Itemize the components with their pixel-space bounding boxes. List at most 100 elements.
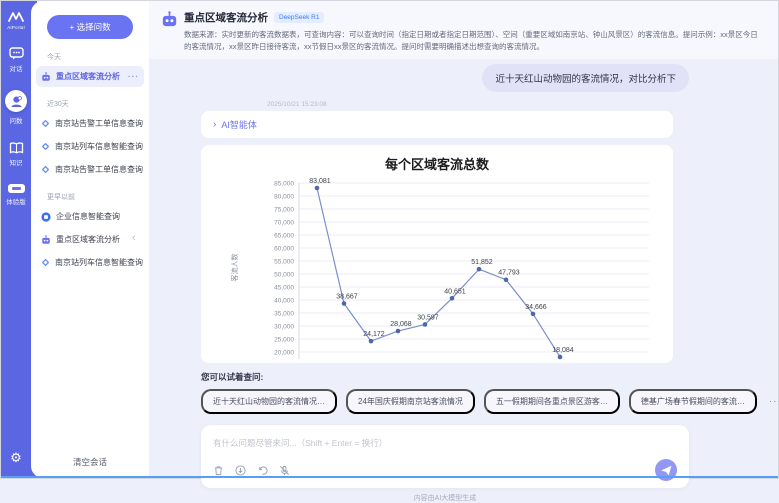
suggestion-chips: 近十天红山动物园的客流情况… 24年国庆假期南京站客流情况 五一假期期间各重点景… [201,389,689,414]
agent-steps-label: AI智能体 [221,118,257,131]
rail-item-label: 问数 [10,115,23,125]
svg-text:40,000: 40,000 [274,297,294,304]
mic-off-icon[interactable] [279,465,290,476]
svg-text:24,172: 24,172 [363,331,385,338]
agent-steps-toggle[interactable]: › AI智能体 [201,111,673,138]
chevron-right-icon: › [213,119,216,130]
sidebar-item-label: 南京站列车信息智能查询 [55,141,143,152]
svg-text:47,793: 47,793 [498,270,520,277]
chat-thread: 近十天红山动物园的客流情况，对比分析下 2025/10/21 15:23:08 … [149,59,689,503]
ask-data-icon [10,95,23,108]
svg-text:60,000: 60,000 [274,245,294,252]
ai-generated-note: 内容由AI大模型生成 [201,493,689,503]
paper-plane-icon [661,465,672,476]
user-message-bubble: 近十天红山动物园的客流情况，对比分析下 [482,64,689,92]
sidebar-item-train-query-2[interactable]: 南京站列车信息智能查询 [36,252,144,273]
svg-text:55,000: 55,000 [274,258,294,265]
sidebar-item-key-area-analysis[interactable]: 重点区域客流分析 ··· [36,66,144,87]
svg-text:70,000: 70,000 [274,219,294,226]
beta-badge-icon [8,184,25,193]
rail-item-label: 体验版 [6,196,26,206]
robot-avatar-icon [161,11,178,28]
diamond-icon [41,165,50,174]
suggestion-chip[interactable]: 24年国庆假期南京站客流情况 [346,389,475,414]
svg-text:客流人数: 客流人数 [230,254,239,282]
rail-item-chat[interactable]: 对话 [9,47,24,73]
svg-text:65,000: 65,000 [274,232,294,239]
suggestions-title: 您可以试着查问: [201,371,689,383]
message-timestamp: 2025/10/21 15:23:08 [267,101,689,108]
suggestion-chip[interactable]: 近十天红山动物园的客流情况… [201,389,337,414]
svg-text:50,000: 50,000 [274,271,294,278]
sidebar-collapse-icon[interactable]: ‹ [132,232,136,244]
logo-icon [8,11,24,23]
rail-item-beta[interactable]: 体验版 [6,184,26,206]
select-dataset-button[interactable]: + 选择问数 [47,15,133,39]
undo-icon[interactable] [257,465,268,476]
svg-text:40,651: 40,651 [444,288,466,295]
trash-icon[interactable] [213,465,224,476]
svg-text:51,852: 51,852 [471,259,493,266]
agent-header: 重点区域客流分析 DeepSeek R1 数据来源：实时更新的客流数据表，可查询… [149,1,778,59]
sidebar-item-alert-query-1[interactable]: 南京站告警工单信息查询 [36,113,144,134]
rail-item-ask-data[interactable]: 问数 [5,90,27,125]
sidebar-item-label: 南京站告警工单信息查询 [55,164,143,175]
svg-text:25,000: 25,000 [274,336,294,343]
circle-app-icon [41,212,51,222]
message-input[interactable] [213,438,677,448]
svg-text:18,084: 18,084 [552,347,574,354]
rail-item-label: 知识 [10,157,23,167]
svg-text:85,000: 85,000 [274,180,294,187]
chart-title: 每个区域客流总数 [201,154,673,173]
clear-session-button[interactable]: 清空会话 [73,456,107,468]
section-title-last30: 近30天 [47,99,141,109]
window-bottom-edge [1,476,778,478]
suggestion-chip[interactable]: 五一假期期间各重点景区游客… [484,389,620,414]
traffic-line-chart[interactable]: 20,000 25,000 30,000 35,000 40,000 45,000 50,0… [201,173,673,361]
logo-text: AIPortal [7,25,25,30]
diamond-icon [41,258,50,267]
sidebar-item-alert-query-2[interactable]: 南京站告警工单信息查询 [36,159,144,180]
svg-text:20,000: 20,000 [274,349,294,356]
svg-text:30,597: 30,597 [417,314,439,321]
sidebar-item-enterprise-query[interactable]: 企业信息智能查询 [36,206,144,227]
section-title-today: 今天 [47,52,141,62]
svg-text:34,666: 34,666 [525,304,547,311]
main-area: 重点区域客流分析 DeepSeek R1 数据来源：实时更新的客流数据表，可查询… [149,1,778,478]
app-logo: AIPortal [7,11,25,30]
agent-title: 重点区域客流分析 [184,10,268,25]
arrow-down-circle-icon[interactable] [235,465,246,476]
item-menu-icon[interactable]: ··· [128,72,139,81]
robot-icon [41,235,51,245]
chart-card: 每个区域客流总数 20,000 25,000 30,000 35,000 40,000 4… [201,145,673,363]
svg-text:75,000: 75,000 [274,206,294,213]
svg-text:30,000: 30,000 [274,323,294,330]
active-pill [5,90,27,112]
diamond-icon [41,119,50,128]
suggestion-chip[interactable]: 德基广场春节假期间的客流… [629,389,757,414]
sidebar-item-key-area-analysis-old[interactable]: 重点区域客流分析 [36,229,144,250]
sidebar-item-label: 南京站列车信息智能查询 [55,257,143,268]
svg-text:28,068: 28,068 [390,321,412,328]
gear-icon[interactable]: ⚙ [10,450,22,466]
sidebar-item-label: 企业信息智能查询 [56,211,120,222]
rail-item-label: 对话 [10,63,23,73]
section-title-earlier: 更早以前 [47,192,141,202]
agent-description: 数据来源：实时更新的客流数据表，可查询内容：可以查询时间（指定日期或者指定日期范… [184,29,764,53]
sidebar-item-label: 重点区域客流分析 [56,234,120,245]
svg-text:83,081: 83,081 [309,178,331,185]
model-badge: DeepSeek R1 [274,12,324,23]
svg-text:35,000: 35,000 [274,310,294,317]
sidebar-item-label: 重点区域客流分析 [56,71,120,82]
svg-text:38,667: 38,667 [336,293,358,300]
diamond-icon [41,142,50,151]
sidebar-item-label: 南京站告警工单信息查询 [55,118,143,129]
chat-bubble-icon [9,47,24,60]
svg-text:45,000: 45,000 [274,284,294,291]
svg-text:80,000: 80,000 [274,193,294,200]
robot-icon [41,72,51,82]
rail-item-knowledge[interactable]: 知识 [9,142,24,167]
more-suggestions-button[interactable]: ··· [769,396,779,407]
sidebar-item-train-query-1[interactable]: 南京站列车信息智能查询 [36,136,144,157]
book-icon [9,142,24,154]
